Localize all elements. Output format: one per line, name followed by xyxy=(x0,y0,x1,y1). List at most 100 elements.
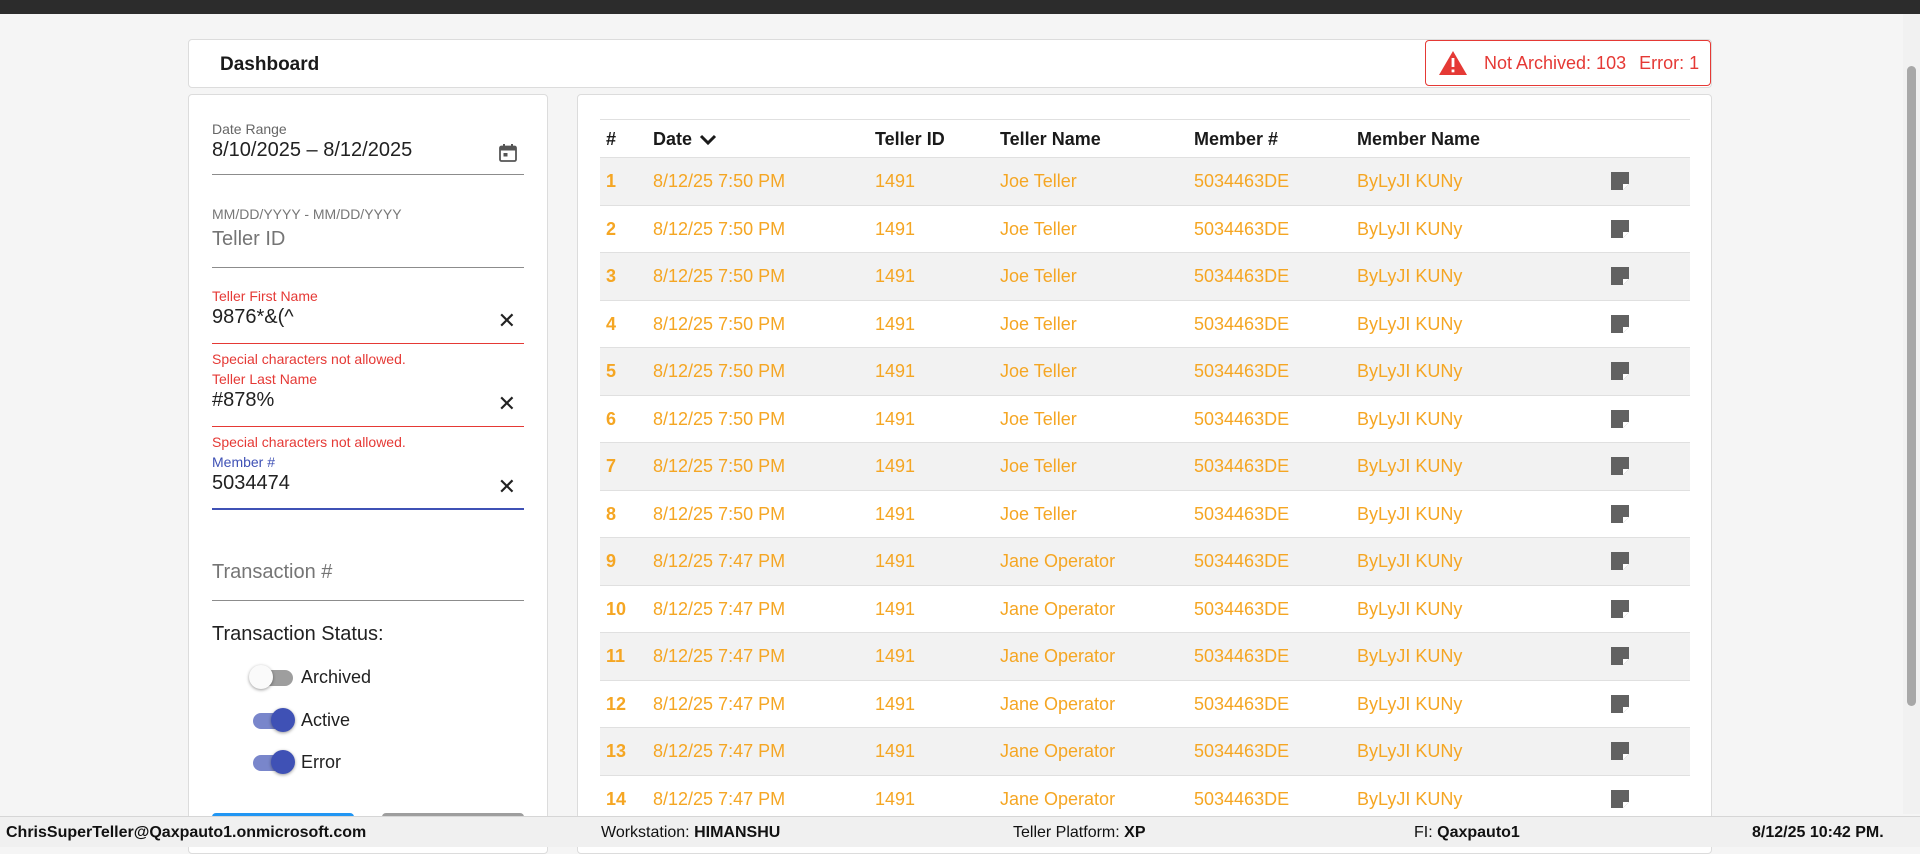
table-row[interactable]: 14 8/12/25 7:47 PM 1491 Jane Operator 503446… xyxy=(600,774,1690,823)
cell-date: 8/12/25 7:47 PM xyxy=(653,551,786,571)
toggle-error[interactable]: Error xyxy=(249,750,341,774)
note-icon[interactable] xyxy=(1610,266,1630,286)
cell-member-name: ByLyJI KUNy xyxy=(1357,456,1463,476)
note-icon[interactable] xyxy=(1610,646,1630,666)
note-icon[interactable] xyxy=(1610,171,1630,191)
cell-teller-name: Jane Operator xyxy=(1000,693,1116,714)
date-range-hint: MM/DD/YYYY - MM/DD/YYYY xyxy=(212,206,402,222)
col-num: # xyxy=(606,129,617,149)
table-row[interactable]: 11 8/12/25 7:47 PM 1491 Jane Operator 503446… xyxy=(600,632,1690,680)
workstation-value: HIMANSHU xyxy=(694,824,781,841)
table-row[interactable]: 2 8/12/25 7:50 PM 1491 Joe Teller 5034463DE B… xyxy=(600,204,1690,253)
cell-num: 12 xyxy=(606,693,627,714)
not-archived-count: Not Archived: 103 xyxy=(1484,52,1627,73)
member-number-input[interactable]: 5034474 xyxy=(212,472,524,495)
note-icon[interactable] xyxy=(1610,314,1630,334)
teller-id-field[interactable]: Teller ID xyxy=(212,228,524,268)
note-icon[interactable] xyxy=(1610,789,1630,809)
note-icon[interactable] xyxy=(1610,409,1630,429)
teller-last-name-field[interactable]: Teller Last Name #878% ✕ Special charact… xyxy=(212,371,524,450)
cell-teller-name: Joe Teller xyxy=(1000,313,1077,334)
archived-switch[interactable] xyxy=(249,665,295,689)
table-row[interactable]: 4 8/12/25 7:50 PM 1491 Joe Teller 5034463DE B… xyxy=(600,299,1690,348)
note-icon[interactable] xyxy=(1610,694,1630,714)
cell-date: 8/12/25 7:47 PM xyxy=(653,598,786,619)
sort-down-icon[interactable] xyxy=(699,133,717,147)
teller-first-name-input[interactable]: 9876*&(^ xyxy=(212,306,524,329)
toggle-active[interactable]: Active xyxy=(249,708,350,732)
clear-member-number-icon[interactable]: ✕ xyxy=(498,476,516,498)
note-icon[interactable] xyxy=(1610,599,1630,619)
teller-id-input[interactable]: Teller ID xyxy=(212,228,524,251)
cell-teller-id: 1491 xyxy=(875,503,916,524)
teller-first-name-field[interactable]: Teller First Name 9876*&(^ ✕ Special cha… xyxy=(212,288,524,367)
table-row[interactable]: 3 8/12/25 7:50 PM 1491 Joe Teller 5034463DE B… xyxy=(600,252,1690,300)
clear-first-name-icon[interactable]: ✕ xyxy=(498,310,516,332)
transaction-number-input[interactable]: Transaction # xyxy=(212,561,524,584)
cell-teller-name: Joe Teller xyxy=(1000,266,1077,286)
cell-date: 8/12/25 7:50 PM xyxy=(653,218,786,239)
cell-date: 8/12/25 7:47 PM xyxy=(653,693,786,714)
cell-teller-id: 1491 xyxy=(875,646,916,666)
cell-member-num: 5034463DE xyxy=(1194,598,1290,619)
cell-member-num: 5034463DE xyxy=(1194,503,1290,524)
transaction-status-title: Transaction Status: xyxy=(212,623,384,645)
note-icon[interactable] xyxy=(1610,361,1630,381)
error-label: Error xyxy=(301,751,341,772)
table-row[interactable]: 10 8/12/25 7:47 PM 1491 Jane Operator 503446… xyxy=(600,584,1690,633)
note-icon[interactable] xyxy=(1610,741,1630,761)
table-row[interactable]: 6 8/12/25 7:50 PM 1491 Joe Teller 5034463DE B… xyxy=(600,394,1690,443)
cell-date: 8/12/25 7:50 PM xyxy=(653,456,786,476)
cell-member-name: ByLyJI KUNy xyxy=(1357,646,1463,666)
col-date-label: Date xyxy=(653,129,693,149)
table-row[interactable]: 7 8/12/25 7:50 PM 1491 Joe Teller 5034463DE B… xyxy=(600,442,1690,490)
calendar-icon[interactable] xyxy=(498,143,518,163)
error-switch[interactable] xyxy=(249,750,295,774)
cell-member-num: 5034463DE xyxy=(1194,218,1290,239)
toggle-archived[interactable]: Archived xyxy=(249,665,371,689)
table-row[interactable]: 1 8/12/25 7:50 PM 1491 Joe Teller 5034463DE B… xyxy=(600,157,1690,205)
dashboard-header: Dashboard Not Archived: 103 Error: 1 xyxy=(188,39,1712,88)
teller-last-name-input[interactable]: #878% xyxy=(212,389,524,412)
table-row[interactable]: 12 8/12/25 7:47 PM 1491 Jane Operator 503446… xyxy=(600,679,1690,728)
cell-member-num: 5034463DE xyxy=(1194,361,1290,381)
cell-member-num: 5034463DE xyxy=(1194,693,1290,714)
date-range-label: Date Range xyxy=(212,121,287,137)
scrollbar-thumb[interactable] xyxy=(1907,66,1916,706)
active-label: Active xyxy=(301,709,351,730)
transaction-number-field[interactable]: Transaction # xyxy=(212,561,524,601)
note-icon[interactable] xyxy=(1610,551,1630,571)
cell-date: 8/12/25 7:47 PM xyxy=(653,646,786,666)
page-scrollbar[interactable] xyxy=(1903,14,1920,814)
table-row[interactable]: 5 8/12/25 7:50 PM 1491 Joe Teller 5034463DE B… xyxy=(600,347,1690,395)
cell-date: 8/12/25 7:50 PM xyxy=(653,313,786,334)
cell-num: 14 xyxy=(606,788,627,809)
table-row[interactable]: 13 8/12/25 7:47 PM 1491 Jane Operator 503446… xyxy=(600,727,1690,775)
clear-last-name-icon[interactable]: ✕ xyxy=(498,393,516,415)
cell-date: 8/12/25 7:50 PM xyxy=(653,171,786,191)
cell-num: 5 xyxy=(606,361,617,381)
cell-num: 11 xyxy=(606,646,626,666)
cell-teller-name: Joe Teller xyxy=(1000,408,1077,429)
col-date[interactable]: Date xyxy=(653,129,717,150)
teller-last-name-label: Teller Last Name xyxy=(212,371,318,387)
cell-teller-name: Jane Operator xyxy=(1000,741,1116,761)
footer-workstation: Workstation: HIMANSHU xyxy=(601,824,781,841)
member-number-field[interactable]: Member # 5034474 ✕ xyxy=(212,454,524,510)
cell-member-name: ByLyJI KUNy xyxy=(1357,361,1463,381)
cell-teller-id: 1491 xyxy=(875,171,916,191)
active-switch[interactable] xyxy=(249,708,295,732)
status-alert[interactable]: Not Archived: 103 Error: 1 xyxy=(1425,40,1711,86)
note-icon[interactable] xyxy=(1610,504,1630,524)
cell-num: 1 xyxy=(606,171,617,191)
cell-teller-id: 1491 xyxy=(875,551,916,571)
note-icon[interactable] xyxy=(1610,219,1630,239)
date-range-input[interactable]: 8/10/2025 – 8/12/2025 xyxy=(212,139,524,162)
member-number-label: Member # xyxy=(212,454,276,470)
status-footer: ChrisSuperTeller@Qaxpauto1.onmicrosoft.c… xyxy=(0,816,1920,847)
note-icon[interactable] xyxy=(1610,456,1630,476)
cell-date: 8/12/25 7:47 PM xyxy=(653,741,786,761)
table-row[interactable]: 8 8/12/25 7:50 PM 1491 Joe Teller 5034463DE B… xyxy=(600,489,1690,538)
table-row[interactable]: 9 8/12/25 7:47 PM 1491 Jane Operator 5034463… xyxy=(600,537,1690,585)
date-range-field[interactable]: Date Range 8/10/2025 – 8/12/2025 MM/DD/Y… xyxy=(212,121,524,222)
